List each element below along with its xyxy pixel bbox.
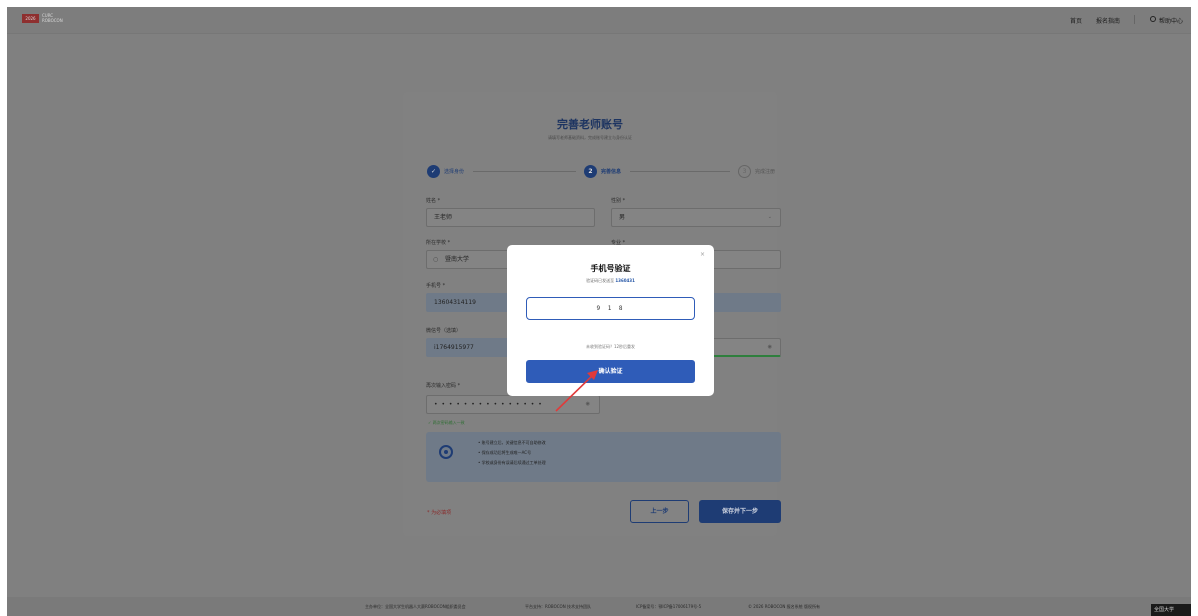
confirm-verify-button[interactable]: 确认验证 xyxy=(526,360,695,383)
phone-verify-modal: × 手机号验证 验证码已发送至 1360431 9 1 8 未收到验证码？12秒… xyxy=(507,245,714,396)
previous-step-button[interactable]: 上一步 xyxy=(630,500,689,523)
search-icon: ○ xyxy=(433,256,439,263)
gender-label: 性别 * xyxy=(611,198,626,204)
confirm-password-input[interactable]: • • • • • • • • • • • • • • • ◉ xyxy=(426,395,600,414)
school-value: 暨南大学 xyxy=(445,256,470,263)
name-label: 姓名 * xyxy=(426,198,441,204)
school-label: 所在学校 * xyxy=(426,240,451,246)
logo-line-2: ROBOCON xyxy=(42,18,63,23)
modal-title: 手机号验证 xyxy=(590,264,631,273)
close-icon[interactable]: × xyxy=(700,251,705,258)
step-connector-2 xyxy=(630,171,730,172)
modal-subtitle: 验证码已发送至 1360431 xyxy=(507,278,714,284)
footer-host: 主办单位：全国大学生机器人大赛ROBOCON组织委员会 xyxy=(365,604,466,609)
notice-line-2: • 保存成功后将生成唯一AC号 xyxy=(478,450,532,455)
nav-guide[interactable]: 报名指南 xyxy=(1096,16,1120,25)
app-window: 2026 CURC ROBOCON 首页 报名指南 帮助中心 完善老师账号 请填… xyxy=(7,7,1191,616)
radio-info-icon xyxy=(439,445,453,459)
footer-icp[interactable]: ICP备案号：鄂ICP备17006179号-5 xyxy=(636,604,701,610)
step-2-label: 完善信息 xyxy=(601,169,622,175)
notice-line-3: • 学校或身份有误请后续通过工单处理 xyxy=(478,460,546,465)
step-1-check-icon: ✓ xyxy=(427,165,440,178)
footer-support: 平台支持：ROBOCON 技术支持团队 xyxy=(525,604,591,609)
eye-icon[interactable]: ◉ xyxy=(768,339,772,356)
gender-value: 男 xyxy=(619,214,626,221)
logo-mark-text: 2026 xyxy=(25,16,36,21)
confirm-password-value: • • • • • • • • • • • • • • • xyxy=(434,401,543,408)
page-subtitle: 请填写老师基础资料，完成账号建立与身份认证 xyxy=(548,135,632,140)
step-3-circle: 3 xyxy=(738,165,751,178)
save-next-button[interactable]: 保存并下一步 xyxy=(699,500,781,523)
help-circle-icon[interactable] xyxy=(1150,16,1156,22)
notice-line-1: • 账号建立后，关键信息不可自助修改 xyxy=(478,440,546,445)
footer: 主办单位：全国大学生机器人大赛ROBOCON组织委员会 平台支持：ROBOCON… xyxy=(7,597,1191,616)
sent-to-number: 1360431 xyxy=(615,278,635,283)
eye-icon[interactable]: ◉ xyxy=(586,396,591,413)
nav-home[interactable]: 首页 xyxy=(1070,16,1082,25)
step-connector-1 xyxy=(473,171,576,172)
logo-text: CURC ROBOCON xyxy=(42,13,63,23)
required-note: * 为必填项 xyxy=(427,510,452,516)
sent-to-prefix: 验证码已发送至 xyxy=(586,278,615,283)
name-input[interactable]: 王老师 xyxy=(426,208,595,227)
verification-code-input[interactable]: 9 1 8 xyxy=(526,297,695,320)
nav-divider xyxy=(1134,15,1135,24)
nav-help[interactable]: 帮助中心 xyxy=(1159,16,1183,25)
step-1-label: 选择身份 xyxy=(444,169,465,175)
password-match-hint: ✓ 两次密码输入一致 xyxy=(428,420,465,425)
top-bar: 2026 CURC ROBOCON 首页 报名指南 帮助中心 xyxy=(7,7,1191,34)
step-3-label: 完成注册 xyxy=(755,169,776,175)
resend-countdown: 未收到验证码？12秒后重发 xyxy=(585,344,636,349)
footer-copyright: © 2026 ROBOCON 报名系统 版权所有 xyxy=(748,604,820,609)
notice-box: • 账号建立后，关键信息不可自助修改 • 保存成功后将生成唯一AC号 • 学校或… xyxy=(426,432,781,482)
wechat-label: 微信号（选填） xyxy=(426,328,462,334)
phone-label: 手机号 * xyxy=(426,283,446,289)
step-2-circle: 2 xyxy=(584,165,597,178)
page-title: 完善老师账号 xyxy=(557,118,623,131)
logo-mark[interactable]: 2026 xyxy=(22,14,39,23)
footer-badge: 全国大学 xyxy=(1151,604,1191,616)
confirm-password-label: 再次输入密码 * xyxy=(426,383,461,389)
gender-select[interactable]: 男 ⌄ xyxy=(611,208,781,227)
chevron-down-icon: ⌄ xyxy=(767,214,772,220)
